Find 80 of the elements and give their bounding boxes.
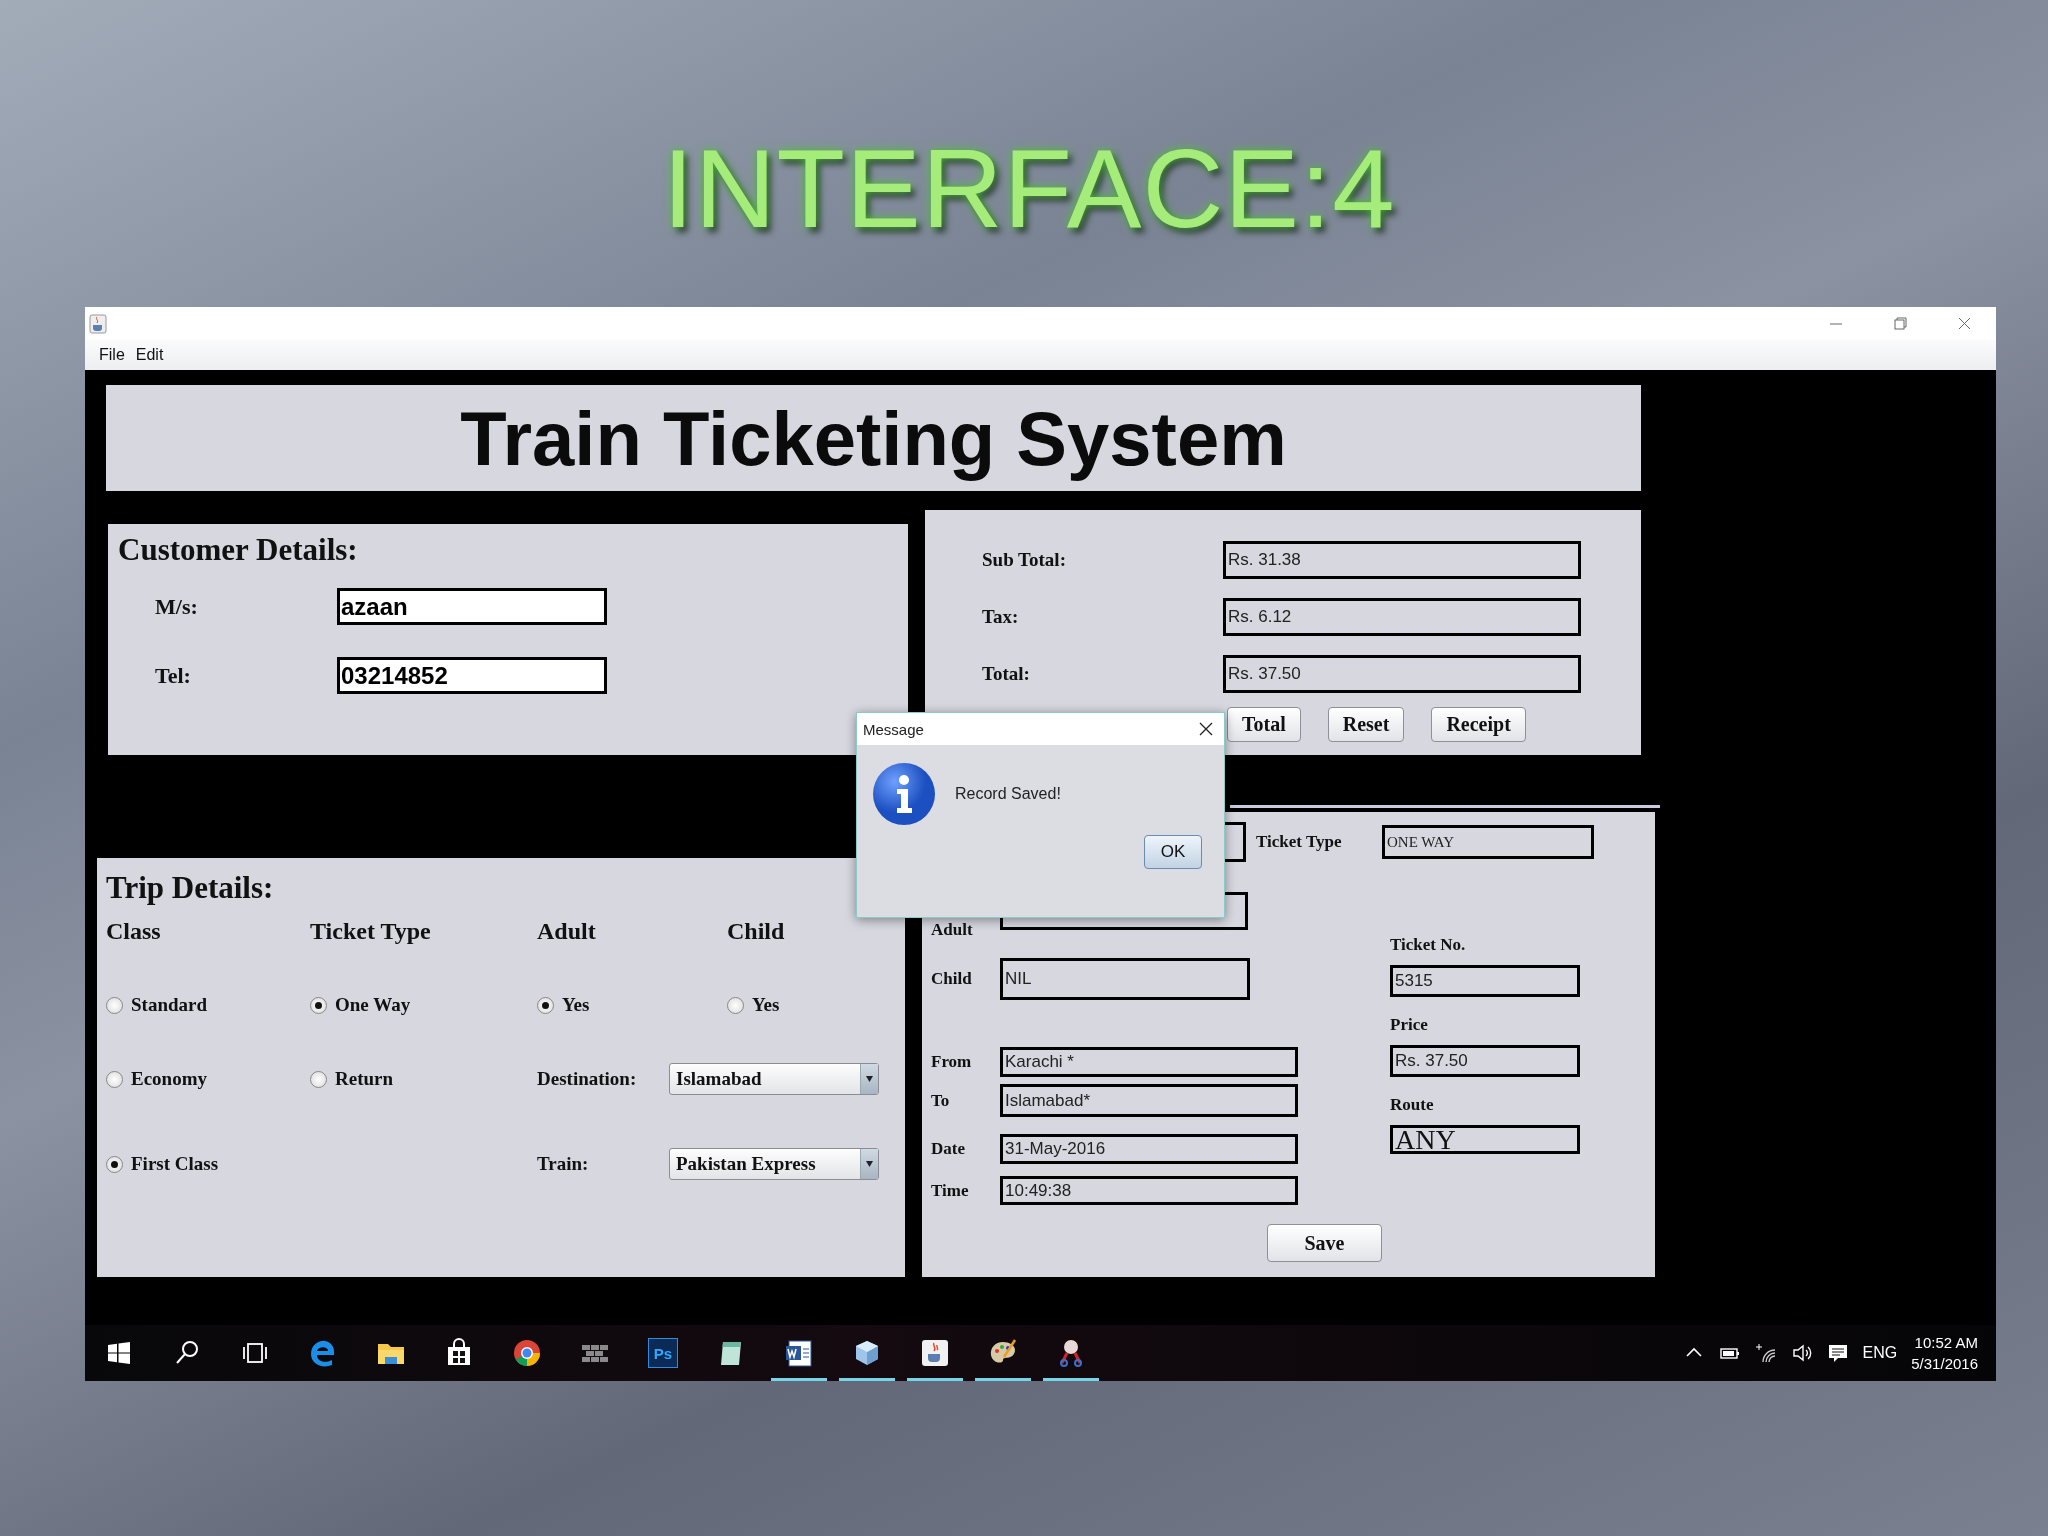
input-field[interactable]: Islamabad* bbox=[1000, 1084, 1298, 1117]
radio-label[interactable]: First Class bbox=[131, 1153, 219, 1175]
action-button[interactable]: Total bbox=[1227, 707, 1301, 742]
info-icon bbox=[871, 761, 937, 827]
caret-icon bbox=[860, 1149, 878, 1179]
radio-label[interactable]: Yes bbox=[752, 994, 780, 1016]
clock-date[interactable]: 5/31/2016 bbox=[1911, 1353, 1978, 1374]
input-field[interactable]: Karachi * bbox=[1000, 1047, 1298, 1077]
input-field[interactable]: NIL bbox=[1000, 958, 1250, 1000]
chrome-icon[interactable] bbox=[511, 1337, 543, 1369]
field-label: M/s: bbox=[155, 593, 199, 620]
menu-item[interactable]: Edit bbox=[135, 346, 164, 364]
field-label: Time bbox=[931, 1180, 970, 1201]
save-button[interactable]: Save bbox=[1267, 1224, 1382, 1262]
close-icon[interactable] bbox=[1198, 721, 1214, 737]
radio-label[interactable]: Economy bbox=[131, 1068, 207, 1090]
input-field[interactable]: Rs. 37.50 bbox=[1390, 1045, 1580, 1077]
wifi-icon[interactable] bbox=[1754, 1342, 1777, 1364]
input-field[interactable]: Rs. 31.38 bbox=[1223, 541, 1581, 579]
column-heading: Class bbox=[106, 918, 162, 946]
column-heading: Adult bbox=[537, 918, 597, 946]
field-label: Child bbox=[931, 969, 973, 989]
dialog-message: Record Saved! bbox=[955, 785, 1061, 803]
field-label: Train: bbox=[537, 1153, 590, 1175]
field-label: Total: bbox=[982, 663, 1031, 685]
taskbar-button[interactable]: Ps bbox=[635, 1325, 691, 1381]
radio-button[interactable] bbox=[310, 1070, 327, 1088]
input-field[interactable]: 03214852 bbox=[337, 657, 607, 694]
word-document-icon[interactable] bbox=[783, 1337, 815, 1369]
field-label: Route bbox=[1390, 1095, 1435, 1115]
notification-icon[interactable] bbox=[1826, 1342, 1849, 1364]
speaker-icon[interactable] bbox=[1790, 1342, 1813, 1364]
dialog-title: Message bbox=[863, 720, 924, 738]
input-field[interactable]: ONE WAY bbox=[1382, 825, 1594, 859]
caret-icon bbox=[860, 1064, 878, 1094]
app-title: Train Ticketing System bbox=[460, 394, 1287, 482]
action-button[interactable]: Receipt bbox=[1431, 707, 1526, 742]
radio-button[interactable] bbox=[106, 996, 123, 1014]
input-field[interactable]: 10:49:38 bbox=[1000, 1176, 1298, 1205]
radio-button[interactable] bbox=[727, 996, 744, 1014]
field-label: Ticket No. bbox=[1390, 935, 1467, 955]
section-heading: Customer Details: bbox=[118, 532, 359, 568]
field-label: Sub Total: bbox=[982, 549, 1067, 571]
dropdown[interactable]: Pakistan Express bbox=[669, 1148, 879, 1180]
ok-button[interactable]: OK bbox=[1144, 835, 1202, 869]
radio-button[interactable] bbox=[310, 996, 327, 1014]
section-heading: Trip Details: bbox=[106, 870, 275, 906]
coffee-cup-icon[interactable] bbox=[919, 1337, 951, 1369]
radio-label[interactable]: Standard bbox=[131, 994, 208, 1016]
clock-time[interactable]: 10:52 AM bbox=[1914, 1332, 1978, 1353]
radio-label[interactable]: Yes bbox=[562, 994, 590, 1016]
input-field[interactable]: azaan bbox=[337, 588, 607, 625]
input-field[interactable]: 31-May-2016 bbox=[1000, 1134, 1298, 1164]
action-button[interactable]: Reset bbox=[1327, 707, 1405, 742]
field-label: Ticket Type bbox=[1256, 832, 1343, 852]
menu-item[interactable]: File bbox=[99, 346, 125, 364]
field-label: Tax: bbox=[982, 606, 1020, 628]
input-field[interactable]: Rs. 37.50 bbox=[1223, 655, 1581, 693]
field-label: Adult bbox=[931, 920, 974, 940]
coffee-cup-icon bbox=[89, 313, 107, 334]
radio-label[interactable]: One Way bbox=[335, 994, 411, 1016]
dropdown[interactable]: Islamabad bbox=[669, 1063, 879, 1095]
field-label: Destination: bbox=[537, 1068, 638, 1090]
input-field[interactable]: 5315 bbox=[1390, 965, 1580, 997]
column-heading: Child bbox=[727, 918, 786, 946]
language-indicator[interactable]: ENG bbox=[1862, 1344, 1898, 1362]
field-label: To bbox=[931, 1090, 951, 1111]
input-field[interactable]: Rs. 6.12 bbox=[1223, 598, 1581, 636]
column-heading: Ticket Type bbox=[310, 918, 432, 946]
slide-title: INTERFACE:4 bbox=[662, 125, 1396, 253]
photoshop-icon[interactable]: Ps bbox=[648, 1338, 678, 1368]
field-label: From bbox=[931, 1052, 973, 1072]
input-field[interactable]: ANY bbox=[1390, 1125, 1580, 1154]
radio-button[interactable] bbox=[106, 1155, 123, 1173]
radio-button[interactable] bbox=[537, 996, 554, 1014]
field-label: Tel: bbox=[155, 662, 192, 689]
field-label: Price bbox=[1390, 1015, 1429, 1035]
radio-label[interactable]: Return bbox=[335, 1068, 394, 1090]
field-label: Date bbox=[931, 1139, 966, 1159]
radio-button[interactable] bbox=[106, 1070, 123, 1088]
